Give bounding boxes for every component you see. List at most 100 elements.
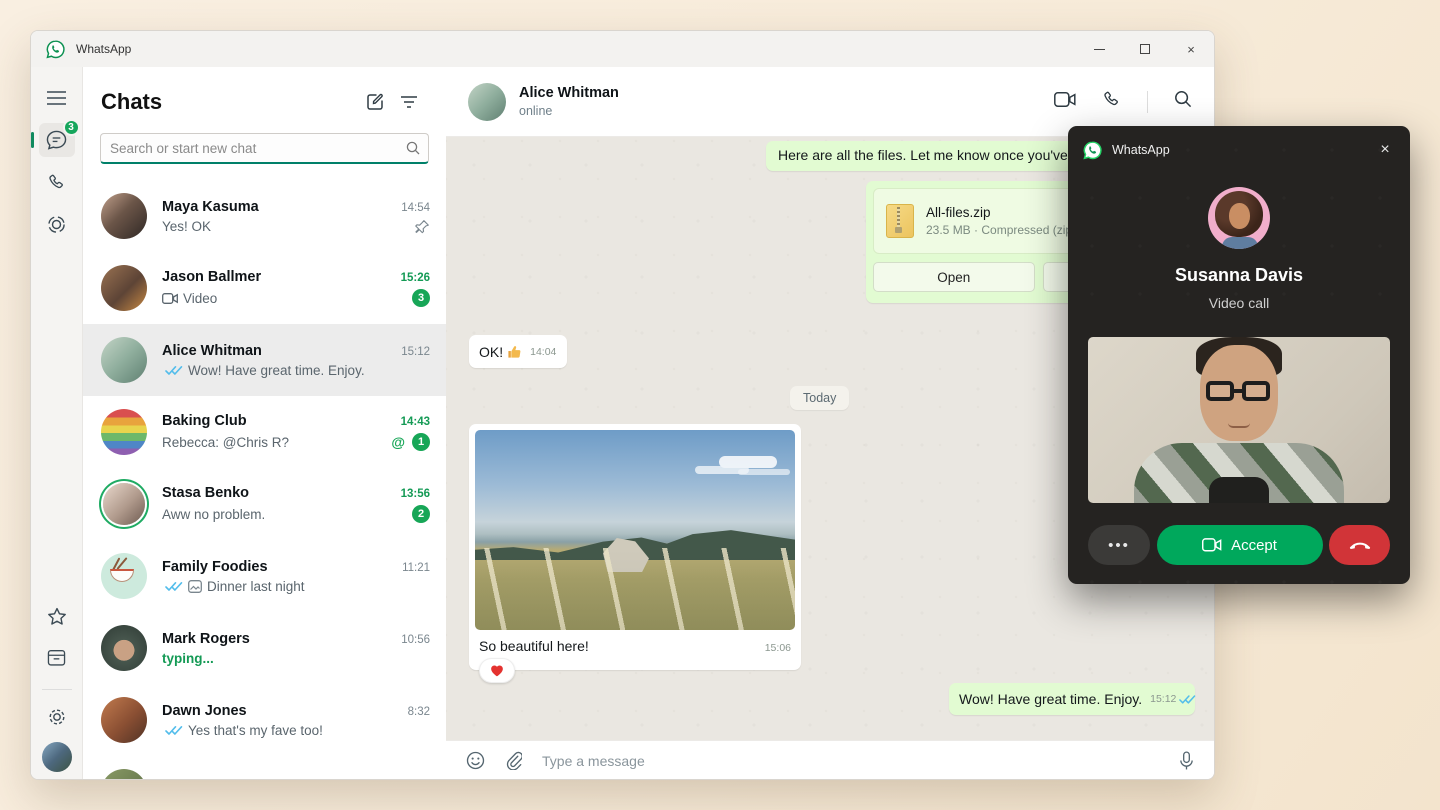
chat-time: 14:54 xyxy=(401,202,430,214)
filter-chats-button[interactable] xyxy=(392,87,426,117)
mention-indicator: @ xyxy=(391,434,405,450)
nav-calls[interactable] xyxy=(39,165,75,199)
avatar xyxy=(101,409,147,455)
accept-label: Accept xyxy=(1231,537,1277,554)
panel-title: Chats xyxy=(101,89,358,115)
chat-row-baking-club[interactable]: Baking Club 14:43 Rebecca: @Chris R? @1 xyxy=(83,396,446,468)
chat-name: Maya Kasuma xyxy=(162,199,393,215)
header-divider xyxy=(1147,91,1148,113)
caller-name: Susanna Davis xyxy=(1068,265,1410,286)
nav-archive[interactable] xyxy=(39,641,75,675)
maximize-button[interactable] xyxy=(1122,31,1168,67)
chat-row-jason[interactable]: Jason Ballmer 15:26 Video 3 xyxy=(83,252,446,324)
video-call-icon xyxy=(162,293,178,304)
search-in-chat-button[interactable] xyxy=(1174,90,1192,113)
avatar xyxy=(101,697,147,743)
unread-badge: 1 xyxy=(412,433,430,451)
chat-row-family-foodies[interactable]: Family Foodies 11:21 Dinner last night xyxy=(83,540,446,612)
chat-row-stasa[interactable]: Stasa Benko 13:56 Aww no problem. 2 xyxy=(83,468,446,540)
video-call-button[interactable] xyxy=(1054,92,1076,112)
chat-name: Jason Ballmer xyxy=(162,269,393,285)
search-input[interactable] xyxy=(100,133,429,164)
typing-indicator: typing... xyxy=(162,651,430,666)
new-chat-button[interactable] xyxy=(358,87,392,117)
nav-favorites[interactable] xyxy=(39,599,75,633)
chat-row-mark[interactable]: Mark Rogers 10:56 typing... xyxy=(83,612,446,684)
chat-preview: Wow! Have great time. Enjoy. xyxy=(188,363,365,378)
decline-call-button[interactable] xyxy=(1329,525,1390,565)
message-time: 15:06 xyxy=(765,642,791,654)
titlebar: WhatsApp × xyxy=(31,31,1214,67)
rail-divider xyxy=(42,689,72,690)
chat-name: Alice Whitman xyxy=(162,343,393,359)
chat-time: 15:12 xyxy=(401,346,430,358)
profile-avatar[interactable] xyxy=(42,742,72,772)
chat-row-maya[interactable]: Maya Kasuma 14:54 Yes! OK xyxy=(83,180,446,252)
file-open-button[interactable]: Open xyxy=(873,262,1035,292)
voice-call-button[interactable] xyxy=(1102,90,1121,114)
caller-video-preview xyxy=(1088,337,1390,503)
minimize-button[interactable] xyxy=(1076,31,1122,67)
message-outgoing-wow[interactable]: Wow! Have great time. Enjoy. 15:12 xyxy=(949,683,1195,715)
chat-row-alice[interactable]: Alice Whitman 15:12 Wow! Have great time… xyxy=(83,324,446,396)
whatsapp-logo-icon xyxy=(45,39,66,60)
popup-app-title: WhatsApp xyxy=(1112,143,1372,157)
chat-name: Dawn Jones xyxy=(162,703,400,719)
chat-time: 14:43 xyxy=(401,416,430,428)
message-time: 15:12 xyxy=(1150,693,1176,705)
active-indicator xyxy=(31,132,34,148)
read-ticks-icon xyxy=(165,581,183,592)
file-name: All-files.zip xyxy=(926,205,1079,220)
date-divider: Today xyxy=(790,386,849,410)
avatar xyxy=(101,265,147,311)
zip-file-icon xyxy=(886,204,914,238)
message-text: Here are all the files. Let me know once… xyxy=(778,147,1087,163)
landscape-photo[interactable] xyxy=(475,430,795,630)
nav-settings[interactable] xyxy=(39,700,75,734)
emoji-button[interactable] xyxy=(466,751,485,770)
call-type-label: Video call xyxy=(1068,295,1410,311)
window-title: WhatsApp xyxy=(76,42,131,56)
pin-icon xyxy=(415,219,430,234)
read-ticks-icon xyxy=(165,365,183,376)
hang-up-icon xyxy=(1349,540,1371,550)
message-input-bar xyxy=(446,740,1214,780)
incoming-call-popup: WhatsApp × Susanna Davis Video call ••• … xyxy=(1068,126,1410,584)
photo-caption: So beautiful here! xyxy=(479,638,757,654)
message-input[interactable] xyxy=(542,753,1159,769)
accept-call-button[interactable]: Accept xyxy=(1157,525,1323,565)
search-icon xyxy=(406,141,420,160)
chat-row-ziggy[interactable]: Ziggy Woodley 9:12 xyxy=(83,756,446,780)
attach-button[interactable] xyxy=(505,751,522,770)
heart-reaction[interactable] xyxy=(479,658,515,683)
close-button[interactable]: × xyxy=(1168,31,1214,67)
thumbs-up-emoji xyxy=(507,344,522,359)
chat-preview: Rebecca: @Chris R? xyxy=(162,435,383,450)
call-more-options-button[interactable]: ••• xyxy=(1088,525,1150,565)
chat-preview: Aww no problem. xyxy=(162,507,404,522)
avatar xyxy=(101,337,147,383)
chat-name: Stasa Benko xyxy=(162,485,393,501)
chat-row-dawn[interactable]: Dawn Jones 8:32 Yes that's my fave too! xyxy=(83,684,446,756)
nav-chats[interactable]: 3 xyxy=(39,123,75,157)
contact-name[interactable]: Alice Whitman xyxy=(519,85,619,101)
menu-button[interactable] xyxy=(39,81,75,115)
nav-status[interactable] xyxy=(39,207,75,241)
message-incoming-ok[interactable]: OK! 14:04 xyxy=(469,335,567,368)
chats-unread-badge: 3 xyxy=(63,119,80,136)
avatar-with-status-ring xyxy=(103,483,145,525)
message-text: OK! xyxy=(479,344,503,360)
chat-time: 11:21 xyxy=(402,562,430,574)
caller-avatar xyxy=(1208,187,1270,249)
chat-list-panel: Chats xyxy=(83,67,446,780)
contact-avatar[interactable] xyxy=(468,83,506,121)
close-popup-button[interactable]: × xyxy=(1372,137,1398,163)
read-ticks-icon xyxy=(165,725,183,736)
desktop: WhatsApp × 3 xyxy=(0,0,1440,810)
message-photo[interactable]: So beautiful here! 15:06 xyxy=(469,424,801,670)
mic-button[interactable] xyxy=(1179,751,1194,771)
avatar xyxy=(101,193,147,239)
avatar xyxy=(101,625,147,671)
chat-time: 13:56 xyxy=(401,488,430,500)
whatsapp-window: WhatsApp × 3 xyxy=(30,30,1215,780)
